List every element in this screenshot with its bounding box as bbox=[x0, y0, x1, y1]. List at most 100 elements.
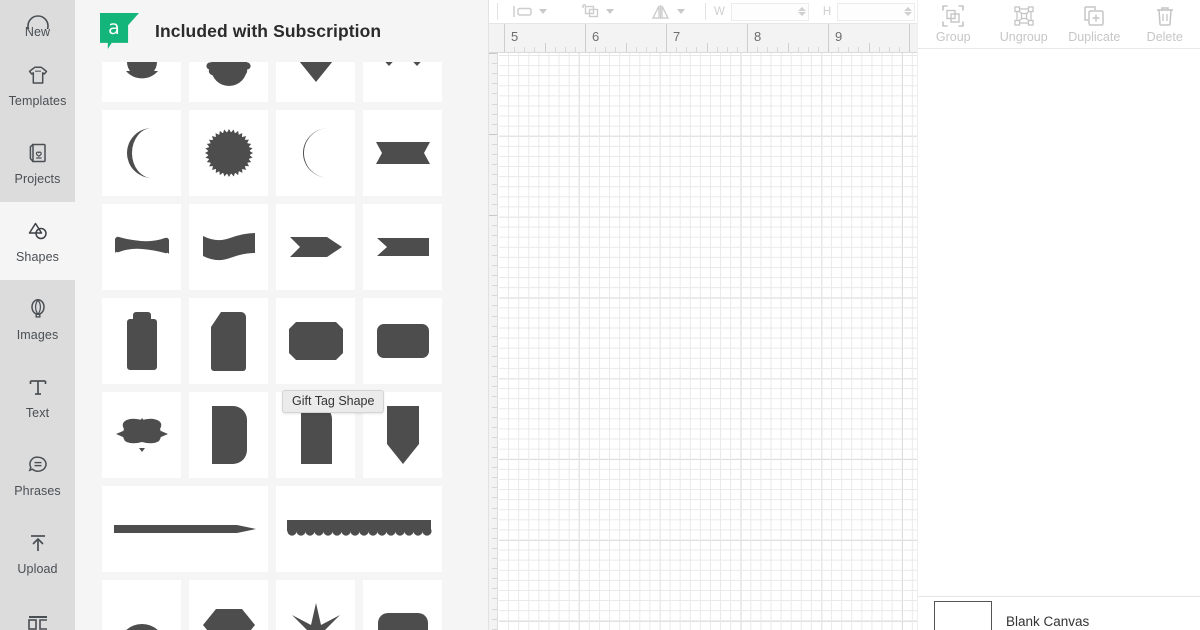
shapes-scroll-area[interactable] bbox=[75, 52, 488, 630]
vruler-minor-tick bbox=[492, 376, 497, 377]
vruler-minor-tick bbox=[492, 346, 497, 347]
shape-tile-notched-flag[interactable] bbox=[363, 204, 442, 290]
shape-tile-ornate-frame[interactable] bbox=[102, 392, 181, 478]
ruler-minor-tick bbox=[898, 47, 900, 52]
canvas-area: W H 56789 Group Ungroup Duplicate Delete… bbox=[489, 0, 1200, 630]
ruler-minor-tick bbox=[514, 47, 516, 52]
delete-button[interactable]: Delete bbox=[1131, 4, 1199, 44]
group-label: Group bbox=[935, 30, 971, 45]
ruler-mid-tick bbox=[544, 43, 546, 52]
cricut-design-space-app: New Templates Projects Shapes Images Tex… bbox=[0, 0, 1200, 630]
ruler-minor-tick bbox=[848, 47, 850, 52]
vruler-minor-tick bbox=[492, 204, 497, 205]
shape-tile-flag-wave[interactable] bbox=[189, 204, 268, 290]
width-label: W bbox=[714, 5, 725, 18]
shape-tile-rounded-tab[interactable] bbox=[363, 580, 442, 630]
vruler-minor-tick bbox=[492, 578, 497, 579]
upload-arrow-icon bbox=[25, 530, 51, 556]
vruler-minor-tick bbox=[492, 255, 497, 256]
flip-button[interactable] bbox=[644, 4, 691, 20]
sidebar-item-label: Phrases bbox=[14, 484, 61, 499]
sidebar-item-templates[interactable]: Templates bbox=[0, 46, 75, 124]
sidebar-item-new[interactable]: New bbox=[0, 0, 75, 46]
shape-tile-rounded-rect[interactable] bbox=[363, 298, 442, 384]
height-label: H bbox=[822, 5, 832, 18]
vruler-minor-tick bbox=[492, 114, 497, 115]
shape-tile-wavy-banner[interactable] bbox=[102, 204, 181, 290]
width-control[interactable]: W bbox=[714, 2, 809, 21]
sidebar-item-label: New bbox=[24, 24, 51, 39]
panel-header: a Included with Subscription bbox=[75, 0, 488, 62]
ruler-minor-tick bbox=[574, 47, 576, 52]
duplicate-button[interactable]: Duplicate bbox=[1060, 4, 1128, 44]
shapes-grid bbox=[75, 52, 488, 630]
sidebar-item-text[interactable]: Text bbox=[0, 358, 75, 436]
width-input[interactable] bbox=[730, 2, 809, 21]
width-stepper-icon[interactable] bbox=[797, 7, 806, 16]
vruler-minor-tick bbox=[492, 154, 497, 155]
shape-tile-cut-corner-rect[interactable] bbox=[276, 298, 355, 384]
shape-tile-tag-rounded[interactable] bbox=[102, 298, 181, 384]
shape-tile-arrow-banner[interactable] bbox=[276, 204, 355, 290]
sidebar-item-monogram[interactable] bbox=[0, 592, 75, 630]
shape-tile-ribbon-banner[interactable] bbox=[363, 110, 442, 196]
left-sidebar: New Templates Projects Shapes Images Tex… bbox=[0, 0, 75, 630]
vruler-minor-tick bbox=[492, 588, 497, 589]
shape-tile-gift-tag[interactable] bbox=[189, 298, 268, 384]
vruler-minor-tick bbox=[492, 225, 497, 226]
vruler-minor-tick bbox=[492, 63, 497, 64]
vruler-minor-tick bbox=[492, 164, 497, 165]
shape-tile-quarter-round[interactable] bbox=[189, 392, 268, 478]
shape-tile-star-burst[interactable] bbox=[276, 580, 355, 630]
shapes-icon bbox=[25, 218, 51, 244]
sidebar-item-images[interactable]: Images bbox=[0, 280, 75, 358]
ruler-mid-tick bbox=[868, 43, 870, 52]
vruler-minor-tick bbox=[492, 457, 497, 458]
ruler-major-tick bbox=[585, 24, 586, 52]
height-input[interactable] bbox=[837, 2, 916, 21]
vruler-minor-tick bbox=[492, 568, 497, 569]
vruler-minor-tick bbox=[492, 316, 497, 317]
shape-tile-crescent-moon-thick[interactable] bbox=[276, 110, 355, 196]
group-button[interactable]: Group bbox=[919, 4, 987, 44]
height-control[interactable]: H bbox=[822, 2, 916, 21]
sidebar-item-phrases[interactable]: Phrases bbox=[0, 436, 75, 514]
ruler-minor-tick bbox=[777, 47, 779, 52]
ruler-minor-tick bbox=[564, 47, 566, 52]
tshirt-icon bbox=[25, 62, 51, 88]
vruler-minor-tick bbox=[492, 235, 497, 236]
shape-tile-crescent-moon-left[interactable] bbox=[102, 110, 181, 196]
ruler-label: 6 bbox=[592, 29, 600, 44]
vruler-minor-tick bbox=[492, 356, 497, 357]
shape-tile-half-round[interactable] bbox=[102, 580, 181, 630]
vruler-minor-tick bbox=[492, 407, 497, 408]
balloon-icon bbox=[25, 296, 51, 322]
shape-tooltip: Gift Tag Shape bbox=[282, 390, 385, 413]
ruler-minor-tick bbox=[797, 47, 799, 52]
vruler-minor-tick bbox=[492, 336, 497, 337]
delete-label: Delete bbox=[1146, 30, 1183, 45]
sidebar-item-shapes[interactable]: Shapes bbox=[0, 202, 75, 280]
arrange-button[interactable] bbox=[575, 3, 620, 20]
toolbar-divider bbox=[497, 3, 498, 20]
object-actions-toolbar: Group Ungroup Duplicate Delete bbox=[917, 0, 1200, 49]
shape-tile-hexagon[interactable] bbox=[189, 580, 268, 630]
blank-canvas-thumbnail[interactable] bbox=[934, 600, 992, 630]
ruler-minor-tick bbox=[696, 47, 698, 52]
sidebar-item-upload[interactable]: Upload bbox=[0, 514, 75, 592]
shape-tile-pencil-line[interactable] bbox=[102, 486, 268, 572]
vruler-minor-tick bbox=[492, 558, 497, 559]
sidebar-item-projects[interactable]: Projects bbox=[0, 124, 75, 202]
ungroup-button[interactable]: Ungroup bbox=[990, 4, 1058, 44]
flip-caret-icon bbox=[677, 9, 685, 14]
layers-panel-row[interactable]: Blank Canvas bbox=[917, 596, 1200, 630]
flip-icon bbox=[650, 4, 672, 20]
align-button[interactable] bbox=[506, 4, 553, 19]
height-stepper-icon[interactable] bbox=[904, 7, 913, 16]
vruler-minor-tick bbox=[492, 538, 497, 539]
ruler-minor-tick bbox=[736, 47, 738, 52]
ruler-minor-tick bbox=[838, 47, 840, 52]
shape-tile-starburst-circle[interactable] bbox=[189, 110, 268, 196]
sidebar-item-label: Text bbox=[25, 406, 50, 421]
shape-tile-scalloped-bar[interactable] bbox=[276, 486, 442, 572]
